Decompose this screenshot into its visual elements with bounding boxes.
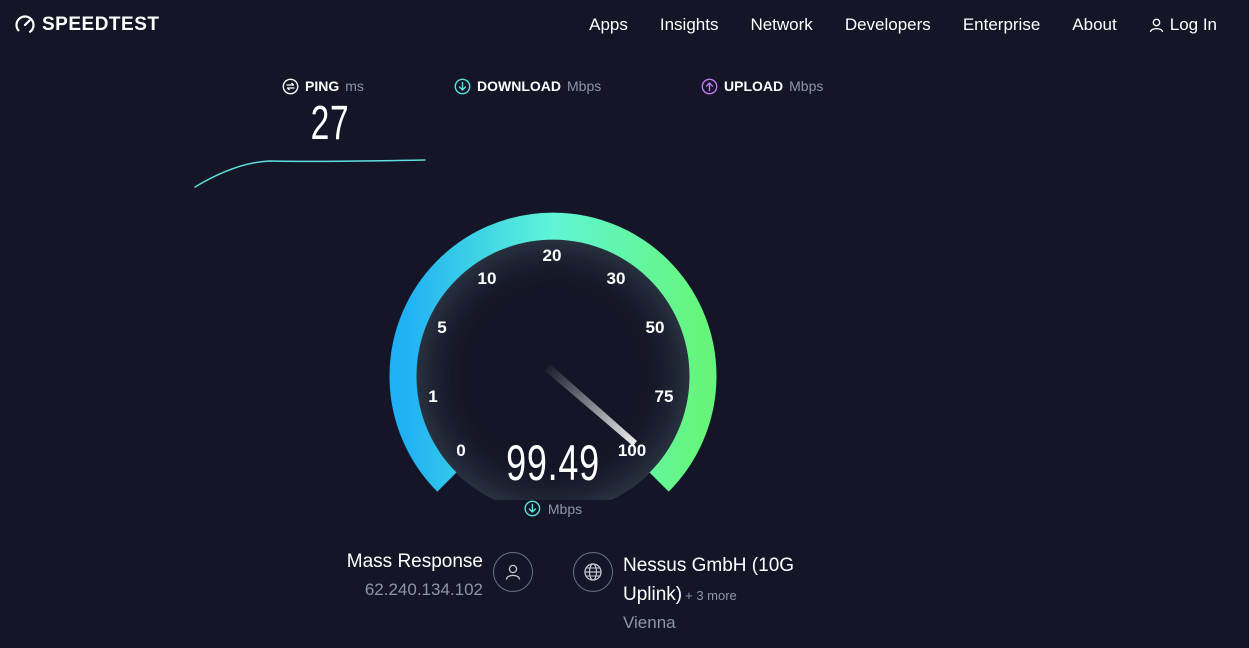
speedometer-icon: [15, 15, 35, 35]
isp-icon: [493, 552, 533, 592]
server-info: Nessus GmbH (10G Uplink) + 3 more Vienna: [623, 551, 823, 633]
server-name-line: Nessus GmbH (10G Uplink) + 3 more: [623, 551, 823, 610]
gauge-tick-50: 50: [645, 318, 665, 337]
login-label: Log In: [1169, 15, 1217, 34]
isp-ip: 62.240.134.102: [364, 580, 483, 599]
globe-icon: [584, 563, 602, 581]
logo-text: SPEEDTEST: [42, 14, 160, 35]
isp-info: Mass Response 62.240.134.102: [347, 551, 483, 600]
user-icon: [1149, 18, 1163, 32]
upload-metric: UPLOAD Mbps: [701, 76, 823, 96]
nav-apps[interactable]: Apps: [573, 15, 644, 35]
nav-about[interactable]: About: [1056, 15, 1132, 35]
upload-unit: Mbps: [789, 78, 824, 94]
speed-value: 99.49: [488, 434, 618, 492]
speedtest-logo[interactable]: SPEEDTEST: [14, 13, 159, 37]
gauge-tick-0: 0: [456, 441, 466, 460]
speed-unit: Mbps: [524, 500, 582, 517]
server-location: Vienna: [623, 613, 676, 632]
ping-label: PING: [305, 78, 340, 94]
server-more-link[interactable]: + 3 more: [685, 588, 737, 603]
download-icon: [454, 78, 471, 94]
ping-graph: [194, 159, 426, 188]
speed-value-text: 99.49: [506, 435, 600, 491]
gauge-tick-10: 10: [477, 269, 497, 288]
user-icon: [505, 564, 521, 580]
download-icon: [524, 500, 541, 517]
nav-network[interactable]: Network: [734, 15, 828, 35]
speed-unit-label: Mbps: [547, 500, 583, 517]
download-label: DOWNLOAD: [477, 78, 561, 94]
nav-login[interactable]: Log In: [1133, 15, 1249, 35]
ping-icon: [282, 78, 299, 94]
gauge-tick-20: 20: [542, 246, 562, 265]
download-unit: Mbps: [567, 78, 602, 94]
nav-insights[interactable]: Insights: [644, 15, 735, 35]
upload-label: UPLOAD: [724, 78, 784, 94]
ping-metric: PING ms: [282, 76, 364, 96]
nav-developers[interactable]: Developers: [829, 15, 947, 35]
gauge-tick-30: 30: [606, 269, 626, 288]
isp-name: Mass Response: [346, 551, 483, 572]
nav-enterprise[interactable]: Enterprise: [947, 15, 1056, 35]
server-icon[interactable]: [573, 552, 613, 592]
download-metric: DOWNLOAD Mbps: [454, 76, 601, 96]
gauge-tick-5: 5: [437, 318, 447, 337]
main-nav: Apps Insights Network Developers Enterpr…: [573, 0, 1249, 50]
gauge-tick-1: 1: [428, 387, 438, 406]
gauge-tick-75: 75: [654, 387, 674, 406]
ping-value: 27: [310, 97, 350, 150]
ping-unit: ms: [345, 78, 364, 94]
gauge-tick-100: 100: [617, 441, 647, 460]
header: SPEEDTEST Apps Insights Network Develope…: [0, 0, 1249, 50]
upload-icon: [701, 78, 718, 94]
